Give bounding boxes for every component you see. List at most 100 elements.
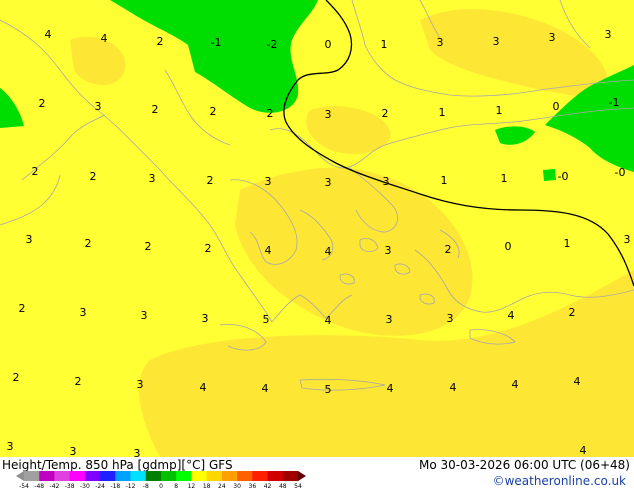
temperature-label: 1 [496,104,503,117]
colorbar-tick-label: 30 [233,483,241,490]
temperature-label: 2 [569,306,576,319]
colorbar-swatch [130,471,147,481]
temperature-label: 1 [381,38,388,51]
temperature-label: 4 [200,381,207,394]
temperature-label: 4 [101,32,108,45]
colorbar-swatch [69,471,86,481]
temperature-label: 3 [95,100,102,113]
colorbar-tick-label: 42 [263,483,272,490]
map-frame: 4 4 2 -1 -2 0 1 3 3 3 3 2 3 2 2 2 3 2 1 1 0 -1 2 2 3 2 3 3 3 1 1 -0 -0 3 2… [0,0,634,490]
temperature-label: 1 [501,172,508,185]
temperature-label: 2 [145,240,152,253]
colorbar-swatch [206,471,223,481]
temperature-label: 5 [325,383,332,396]
temperature-label: 4 [574,375,581,388]
colorbar-swatch [16,471,24,481]
temperature-label: 2 [85,237,92,250]
colorbar-swatch [145,471,162,481]
colorbar-swatch [176,471,192,481]
colorbar-swatch [39,471,55,481]
temperature-label: 3 [80,306,87,319]
colorbar-swatch [191,471,208,481]
temperature-label: 3 [26,233,33,246]
temperature-label: -1 [211,36,222,49]
temperature-label: 1 [564,237,571,250]
temperature-label: -0 [615,166,626,179]
credit-link[interactable]: ©weatheronline.co.uk [493,474,626,488]
colorbar-swatch [54,471,71,481]
temperature-label: 2 [90,170,97,183]
colorbar-tick-label: 36 [248,483,257,490]
temperature-label: 3 [325,108,332,121]
colorbar-swatch [282,471,299,481]
temperature-label: 3 [7,440,14,453]
temperature-label: 4 [508,309,515,322]
temperature-label: -2 [267,38,278,51]
colorbar-swatch [115,471,132,481]
colorbar-tick-label: -42 [49,483,60,490]
colorbar-tick-label: -24 [95,483,106,490]
colorbar-tick-label: 54 [294,483,302,490]
temperature-label: 3 [137,378,144,391]
chart-title: Height/Temp. 850 hPa [gdmp][°C] GFS [2,458,233,472]
temperature-label: 4 [325,314,332,327]
temperature-label: 4 [580,444,587,457]
colorbar-tick-label: 48 [278,483,287,490]
temperature-label: 3 [134,447,141,457]
colorbar-tick-label: 8 [174,483,179,490]
colorbar-tick-label: -18 [110,483,121,490]
temperature-label: -1 [609,96,620,109]
temperature-label: 3 [202,312,209,325]
temperature-label: 1 [441,174,448,187]
temperature-label: 3 [386,313,393,326]
temperature-label: 2 [267,107,274,120]
temperature-label: 4 [387,382,394,395]
colorbar-swatch [252,471,269,481]
colorbar-tick-label: 18 [202,483,211,490]
temperature-label: 0 [325,38,332,51]
temperature-label: 2 [207,174,214,187]
temperature-label: 2 [445,243,452,256]
footer-bar: Height/Temp. 850 hPa [gdmp][°C] GFS Mo 3… [0,457,634,490]
colorbar-swatch [237,471,253,481]
temperature-label: -0 [558,170,569,183]
colorbar-swatch [100,471,116,481]
colorbar-swatch [221,471,238,481]
temperature-label: 4 [262,382,269,395]
colorbar-swatch [24,471,40,481]
temperature-label: 3 [447,312,454,325]
colorbar-tick-label: 12 [187,483,196,490]
temperature-label: 4 [265,244,272,257]
colorbar-tick-label: -48 [34,483,45,490]
temperature-label: 2 [382,107,389,120]
colorbar-tick-label: -8 [142,483,149,490]
temperature-label: 2 [157,35,164,48]
temperature-label: 3 [437,36,444,49]
colorbar [16,471,306,481]
temperature-label: 2 [32,165,39,178]
green-region-speck [543,169,556,181]
colorbar-swatch [161,471,177,481]
temperature-label: 4 [325,245,332,258]
temperature-map: 4 4 2 -1 -2 0 1 3 3 3 3 2 3 2 2 2 3 2 1 1 0 -1 2 2 3 2 3 3 3 1 1 -0 -0 3 2… [0,0,634,457]
temperature-label: 2 [39,97,46,110]
colorbar-tick-label: 0 [159,483,163,490]
temperature-label: 3 [549,31,556,44]
temperature-label: 3 [624,233,631,246]
temperature-label: 4 [450,381,457,394]
temperature-label: 1 [439,106,446,119]
temperature-label: 2 [75,375,82,388]
colorbar-tick-label: -12 [125,483,136,490]
temperature-label: 2 [152,103,159,116]
colorbar-swatch [84,471,101,481]
temperature-label: 3 [141,309,148,322]
temperature-label: 3 [325,176,332,189]
temperature-label: 3 [149,172,156,185]
colorbar-tick-label: -30 [79,483,90,490]
temperature-label: 3 [493,35,500,48]
colorbar-tick-label: 24 [218,483,226,490]
temperature-label: 5 [263,313,270,326]
temperature-label: 3 [70,445,77,457]
colorbar-swatch [298,471,306,481]
valid-time: Mo 30-03-2026 06:00 UTC (06+48) [418,458,630,472]
